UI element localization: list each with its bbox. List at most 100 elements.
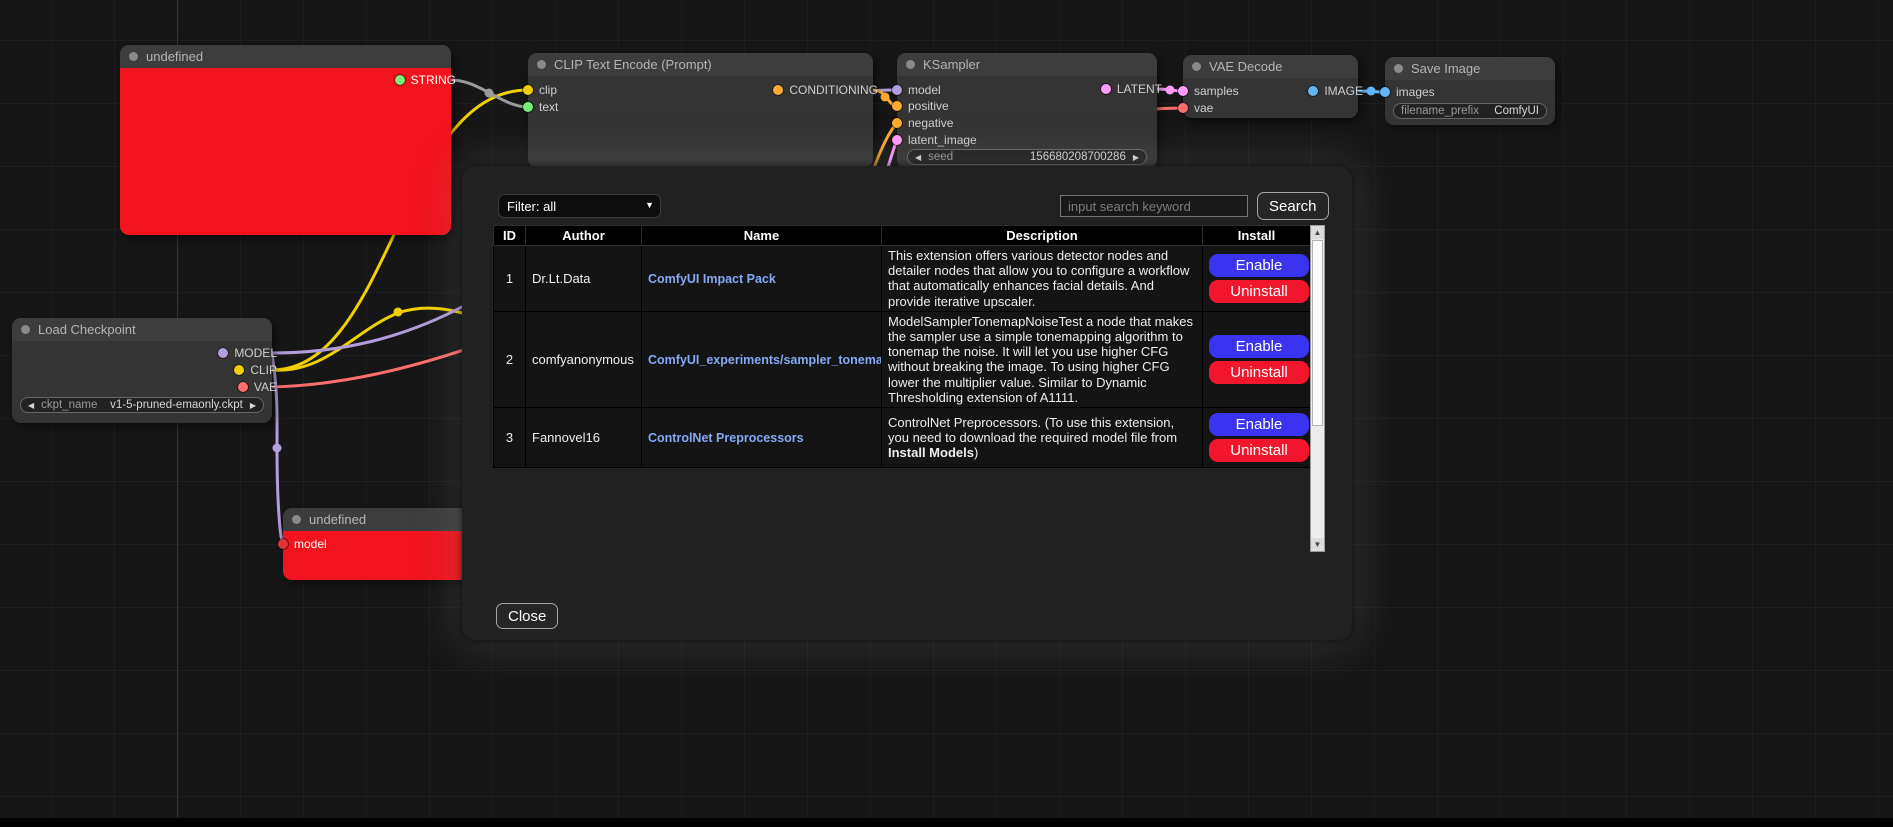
filter-select-wrap: Filter: all ▼ bbox=[498, 194, 661, 218]
widget-label: filename_prefix bbox=[1401, 105, 1479, 117]
collapse-dot-icon[interactable] bbox=[292, 515, 301, 524]
extension-author: Fannovel16 bbox=[526, 408, 642, 468]
link-midpoint-dot bbox=[881, 93, 890, 102]
node-clip-text-encode[interactable]: CLIP Text Encode (Prompt) clip text COND… bbox=[528, 53, 873, 168]
slot-dot[interactable] bbox=[523, 85, 533, 95]
link-midpoint-dot bbox=[1166, 86, 1175, 95]
output-slot-model[interactable]: MODEL bbox=[218, 346, 277, 360]
enable-button[interactable]: Enable bbox=[1209, 335, 1309, 358]
output-slot-clip[interactable]: CLIP bbox=[234, 363, 277, 377]
node-load-checkpoint[interactable]: Load Checkpoint MODEL CLIP VAE ◀ ckpt_na… bbox=[12, 318, 272, 423]
output-slot-vae[interactable]: VAE bbox=[238, 380, 277, 394]
input-slot-positive[interactable]: positive bbox=[892, 99, 949, 113]
slot-dot[interactable] bbox=[1380, 87, 1390, 97]
filter-select[interactable]: Filter: all bbox=[498, 194, 661, 218]
slot-dot[interactable] bbox=[1178, 103, 1188, 113]
node-title-bar[interactable]: Load Checkpoint bbox=[12, 318, 272, 341]
slot-dot[interactable] bbox=[278, 539, 288, 549]
slot-dot[interactable] bbox=[1101, 84, 1111, 94]
slot-dot[interactable] bbox=[773, 85, 783, 95]
increment-arrow-icon[interactable]: ▶ bbox=[1133, 153, 1139, 162]
search-button[interactable]: Search bbox=[1257, 192, 1329, 220]
input-slot-images[interactable]: images bbox=[1380, 85, 1435, 99]
collapse-dot-icon[interactable] bbox=[1192, 62, 1201, 71]
scroll-up-icon[interactable]: ▲ bbox=[1311, 226, 1324, 239]
node-title-bar[interactable]: undefined bbox=[283, 508, 473, 531]
extension-row: 3Fannovel16ControlNet PreprocessorsContr… bbox=[494, 408, 1311, 468]
column-header: Name bbox=[642, 226, 882, 246]
node-title-bar[interactable]: Save Image bbox=[1385, 57, 1555, 80]
node-save-image[interactable]: Save Image images filename_prefix ComfyU… bbox=[1385, 57, 1555, 125]
enable-button[interactable]: Enable bbox=[1209, 254, 1309, 277]
input-slot-samples[interactable]: samples bbox=[1178, 84, 1239, 98]
input-slot-negative[interactable]: negative bbox=[892, 116, 953, 130]
node-undefined-bottom[interactable]: undefined model bbox=[283, 508, 473, 580]
node-vae-decode[interactable]: VAE Decode samples vae IMAGE bbox=[1183, 55, 1358, 118]
column-header: ID bbox=[494, 226, 526, 246]
slot-dot[interactable] bbox=[395, 75, 405, 85]
widget-value: v1-5-pruned-emaonly.ckpt bbox=[110, 399, 243, 411]
node-title: KSampler bbox=[923, 57, 980, 72]
collapse-dot-icon[interactable] bbox=[21, 325, 30, 334]
uninstall-button[interactable]: Uninstall bbox=[1209, 439, 1309, 462]
collapse-dot-icon[interactable] bbox=[1394, 64, 1403, 73]
extension-name-cell: ComfyUI Impact Pack bbox=[642, 246, 882, 312]
output-slot-image[interactable]: IMAGE bbox=[1308, 84, 1363, 98]
extension-install-cell: Enable Uninstall bbox=[1203, 408, 1311, 468]
ckpt-name-widget[interactable]: ◀ ckpt_name v1-5-pruned-emaonly.ckpt ▶ bbox=[20, 397, 264, 413]
search-input[interactable] bbox=[1060, 195, 1248, 217]
increment-arrow-icon[interactable]: ▶ bbox=[250, 401, 256, 410]
slot-dot[interactable] bbox=[218, 348, 228, 358]
slot-dot[interactable] bbox=[234, 365, 244, 375]
slot-dot[interactable] bbox=[892, 135, 902, 145]
graph-canvas[interactable]: undefined STRING CLIP Text Encode (Promp… bbox=[0, 0, 1893, 827]
slot-dot[interactable] bbox=[523, 102, 533, 112]
output-slot-conditioning[interactable]: CONDITIONING bbox=[773, 83, 878, 97]
decrement-arrow-icon[interactable]: ◀ bbox=[915, 153, 921, 162]
extension-author: Dr.Lt.Data bbox=[526, 246, 642, 312]
filename-prefix-widget[interactable]: filename_prefix ComfyUI bbox=[1393, 103, 1547, 119]
slot-dot[interactable] bbox=[892, 118, 902, 128]
table-scrollbar[interactable]: ▲ ▼ bbox=[1310, 225, 1325, 552]
node-title-bar[interactable]: KSampler bbox=[897, 53, 1157, 76]
uninstall-button[interactable]: Uninstall bbox=[1209, 361, 1309, 384]
table-header-row: IDAuthorNameDescriptionInstall bbox=[494, 226, 1311, 246]
extension-link[interactable]: ControlNet Preprocessors bbox=[648, 431, 804, 445]
node-title-bar[interactable]: CLIP Text Encode (Prompt) bbox=[528, 53, 873, 76]
slot-dot[interactable] bbox=[892, 85, 902, 95]
uninstall-button[interactable]: Uninstall bbox=[1209, 280, 1309, 303]
node-title-bar[interactable]: undefined bbox=[120, 45, 451, 68]
link-midpoint-dot bbox=[485, 89, 494, 98]
output-slot-string[interactable]: STRING bbox=[395, 73, 456, 87]
extension-description: ControlNet Preprocessors. (To use this e… bbox=[882, 408, 1203, 468]
slot-dot[interactable] bbox=[1308, 86, 1318, 96]
collapse-dot-icon[interactable] bbox=[906, 60, 915, 69]
collapse-dot-icon[interactable] bbox=[129, 52, 138, 61]
extension-link[interactable]: ComfyUI Impact Pack bbox=[648, 272, 776, 286]
enable-button[interactable]: Enable bbox=[1209, 413, 1309, 436]
collapse-dot-icon[interactable] bbox=[537, 60, 546, 69]
node-body: clip text CONDITIONING bbox=[528, 76, 873, 168]
scroll-down-icon[interactable]: ▼ bbox=[1311, 538, 1324, 551]
slot-dot[interactable] bbox=[1178, 86, 1188, 96]
node-title: VAE Decode bbox=[1209, 59, 1282, 74]
input-slot-text[interactable]: text bbox=[523, 100, 558, 114]
close-button[interactable]: Close bbox=[496, 603, 558, 629]
extensions-table: IDAuthorNameDescriptionInstall 1Dr.Lt.Da… bbox=[493, 225, 1310, 468]
node-title-bar[interactable]: VAE Decode bbox=[1183, 55, 1358, 78]
node-undefined-top[interactable]: undefined STRING bbox=[120, 45, 451, 235]
input-slot-model[interactable]: model bbox=[278, 537, 327, 551]
node-ksampler[interactable]: KSampler model positive negative latent_… bbox=[897, 53, 1157, 168]
output-slot-latent[interactable]: LATENT bbox=[1101, 82, 1162, 96]
seed-widget[interactable]: ◀ seed 156680208700286 ▶ bbox=[907, 149, 1147, 165]
input-slot-latent-image[interactable]: latent_image bbox=[892, 133, 977, 147]
link-midpoint-dot bbox=[273, 444, 282, 453]
input-slot-clip[interactable]: clip bbox=[523, 83, 557, 97]
slot-dot[interactable] bbox=[238, 382, 248, 392]
input-slot-model[interactable]: model bbox=[892, 83, 941, 97]
input-slot-vae[interactable]: vae bbox=[1178, 101, 1213, 115]
slot-dot[interactable] bbox=[892, 101, 902, 111]
decrement-arrow-icon[interactable]: ◀ bbox=[28, 401, 34, 410]
extension-link[interactable]: ComfyUI_experiments/sampler_tonemap bbox=[648, 353, 882, 367]
scrollbar-thumb[interactable] bbox=[1312, 240, 1323, 426]
